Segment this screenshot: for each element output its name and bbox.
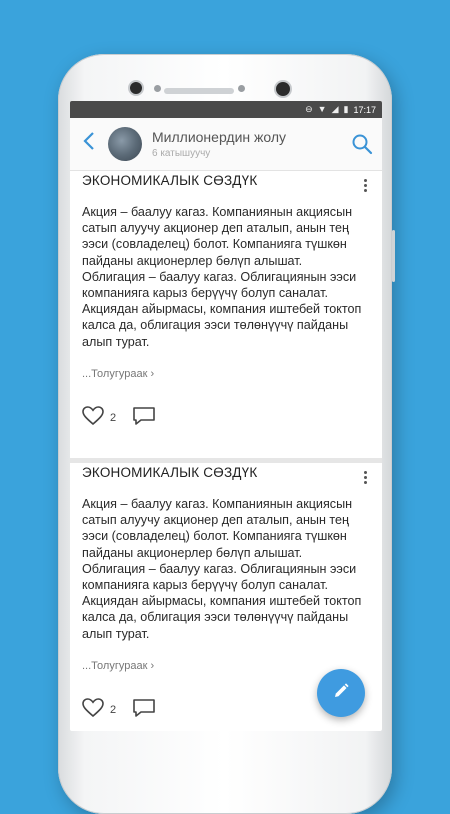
like-count: 2	[110, 704, 117, 717]
pencil-icon	[332, 682, 350, 705]
member-count: 6 катышуучу	[152, 148, 211, 159]
signal-icon: ◢	[331, 104, 339, 114]
post-title: ЭКОНОМИКАЛЫК СӨЗДҮК	[82, 173, 258, 188]
search-icon[interactable]	[342, 133, 382, 155]
phone-speaker	[164, 88, 234, 94]
heart-icon[interactable]	[82, 406, 104, 431]
do-not-disturb-icon: ⊖	[305, 104, 313, 114]
status-time: 17:17	[353, 104, 376, 115]
status-bar: ⊖ ▼ ◢ ▮ 17:17	[70, 101, 382, 118]
heart-icon[interactable]	[82, 698, 104, 723]
page-title: Миллионердин жолу	[152, 129, 287, 145]
proximity-sensor	[154, 85, 161, 92]
kebab-menu-icon[interactable]	[364, 177, 368, 194]
back-arrow-icon[interactable]	[70, 130, 108, 158]
light-sensor	[238, 85, 245, 92]
read-more-link[interactable]: ...Толугураак ›	[82, 368, 370, 380]
read-more-link[interactable]: ...Толугураак ›	[82, 660, 370, 672]
comment-icon[interactable]	[132, 698, 156, 723]
wifi-icon: ▼	[317, 104, 327, 114]
front-camera	[276, 82, 290, 96]
header-titles[interactable]: Миллионердин жолу 6 катышуучу	[152, 129, 342, 159]
app-header: Миллионердин жолу 6 катышуучу	[70, 118, 382, 171]
group-avatar[interactable]	[108, 127, 142, 161]
post-body: Акция – баалуу кагаз. Компаниянын акцияс…	[82, 205, 362, 349]
battery-icon: ▮	[343, 104, 349, 114]
phone-side-button	[392, 230, 395, 282]
iris-camera	[130, 82, 142, 94]
chevron-right-icon: ›	[150, 659, 155, 672]
post-title: ЭКОНОМИКАЛЫК СӨЗДҮК	[82, 465, 258, 480]
comment-icon[interactable]	[132, 406, 156, 431]
kebab-menu-icon[interactable]	[364, 469, 368, 486]
like-count: 2	[110, 412, 117, 425]
post-body: Акция – баалуу кагаз. Компаниянын акцияс…	[82, 497, 362, 641]
post-card: ЭКОНОМИКАЛЫК СӨЗДҮК Акция – баалуу кагаз…	[70, 171, 382, 463]
post-actions: 2	[82, 406, 370, 431]
app-screen: ⊖ ▼ ◢ ▮ 17:17 Миллионердин жолу 6 катышу…	[70, 101, 382, 731]
compose-button[interactable]	[317, 669, 365, 717]
chevron-right-icon: ›	[150, 367, 155, 380]
